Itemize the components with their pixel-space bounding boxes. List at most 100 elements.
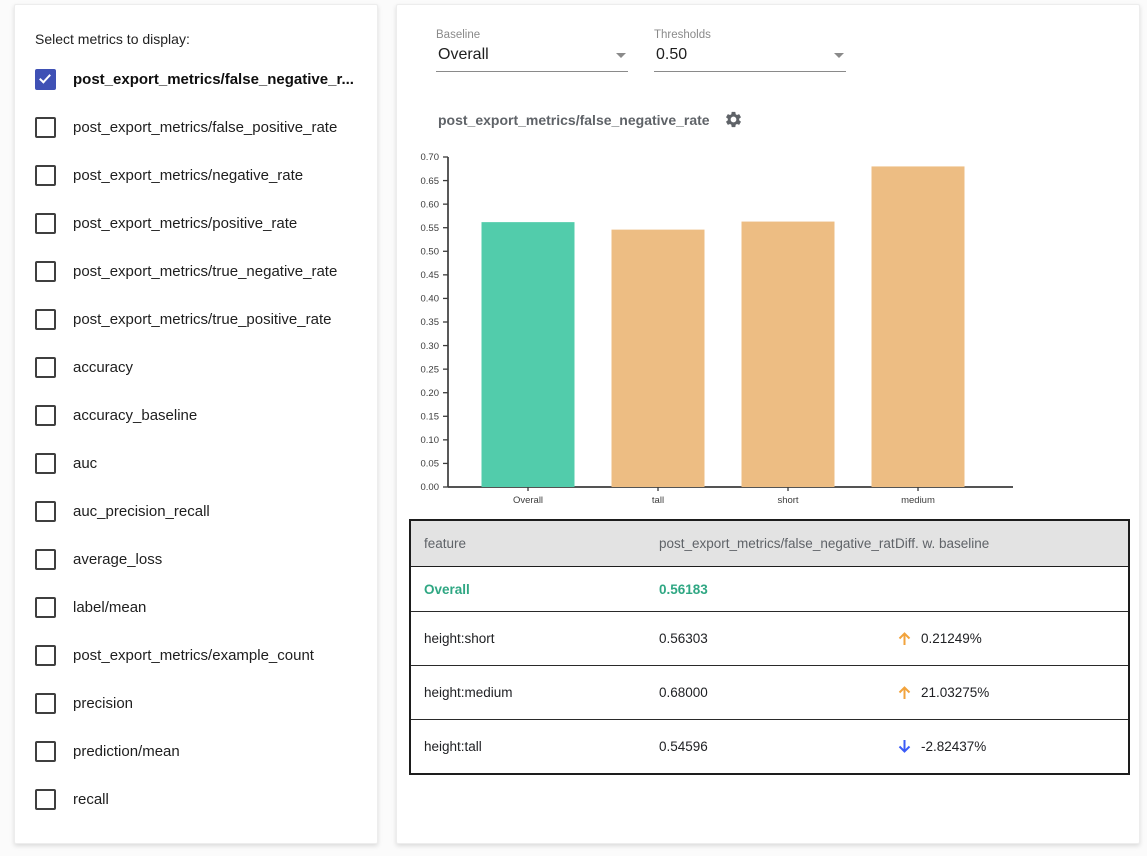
- diff-cell: 0.21249%: [895, 612, 1129, 666]
- metric-checkbox-item[interactable]: post_export_metrics/negative_rate: [35, 151, 357, 199]
- diff-value: 21.03275%: [921, 685, 989, 700]
- y-axis-tick-label: 0.15: [421, 411, 440, 422]
- y-axis-tick-label: 0.00: [421, 482, 440, 493]
- table-row[interactable]: height:short0.563030.21249%: [410, 612, 1129, 666]
- thresholds-dropdown[interactable]: Thresholds 0.50: [654, 29, 846, 72]
- metric-checkbox-item[interactable]: accuracy: [35, 343, 357, 391]
- metric-checkbox-item[interactable]: prediction/mean: [35, 727, 357, 775]
- checkbox-unchecked[interactable]: [35, 501, 56, 522]
- y-axis-tick-label: 0.45: [421, 270, 440, 281]
- thresholds-value[interactable]: 0.50: [654, 44, 846, 72]
- metric-label: label/mean: [73, 599, 146, 616]
- y-axis-tick-label: 0.35: [421, 317, 440, 328]
- checkbox-unchecked[interactable]: [35, 117, 56, 138]
- diff-value: 0.21249%: [921, 631, 982, 646]
- bar-tall[interactable]: [612, 230, 705, 487]
- diff-cell: [895, 567, 1129, 612]
- y-axis-tick-label: 0.70: [421, 152, 440, 163]
- metric-label: post_export_metrics/false_negative_r...: [73, 71, 354, 88]
- metric-label: average_loss: [73, 551, 162, 568]
- metric-checkbox-item[interactable]: post_export_metrics/false_negative_r...: [35, 55, 357, 103]
- chart-header: post_export_metrics/false_negative_rate: [438, 110, 743, 129]
- x-axis-label: medium: [901, 495, 935, 506]
- checkbox-unchecked[interactable]: [35, 645, 56, 666]
- metric-checkbox-item[interactable]: post_export_metrics/true_negative_rate: [35, 247, 357, 295]
- metric-checkbox-item[interactable]: label/mean: [35, 583, 357, 631]
- metrics-list: post_export_metrics/false_negative_r...p…: [35, 55, 357, 823]
- baseline-dropdown[interactable]: Baseline Overall: [436, 29, 628, 72]
- bar-overall[interactable]: [482, 222, 575, 487]
- bar-short[interactable]: [742, 222, 835, 487]
- metric-label: post_export_metrics/true_positive_rate: [73, 311, 331, 328]
- checkbox-unchecked[interactable]: [35, 597, 56, 618]
- checkbox-unchecked[interactable]: [35, 165, 56, 186]
- thresholds-label: Thresholds: [654, 29, 846, 41]
- col-header-metric: post_export_metrics/false_negative_rat..…: [659, 520, 895, 567]
- metrics-table: feature post_export_metrics/false_negati…: [409, 519, 1130, 775]
- diff-cell: 21.03275%: [895, 666, 1129, 720]
- checkbox-unchecked[interactable]: [35, 789, 56, 810]
- metric-label: prediction/mean: [73, 743, 180, 760]
- metric-label: recall: [73, 791, 109, 808]
- checkbox-checked[interactable]: [35, 69, 56, 90]
- caret-down-icon: [834, 53, 844, 58]
- y-axis-tick-label: 0.25: [421, 364, 440, 375]
- y-axis-tick-label: 0.65: [421, 176, 440, 187]
- metric-checkbox-item[interactable]: post_export_metrics/true_positive_rate: [35, 295, 357, 343]
- bar-chart: 0.00 0.05 0.10 0.15 0.20 0.25 0.30 0.35 0.40 0.45…: [397, 149, 1087, 517]
- feature-cell: Overall: [410, 567, 659, 612]
- caret-down-icon: [616, 53, 626, 58]
- metric-label: precision: [73, 695, 133, 712]
- y-axis-tick-label: 0.05: [421, 459, 440, 470]
- y-axis-tick-label: 0.30: [421, 341, 440, 352]
- metric-value-cell: 0.56183: [659, 567, 895, 612]
- chart-title: post_export_metrics/false_negative_rate: [438, 112, 710, 128]
- checkbox-unchecked[interactable]: [35, 549, 56, 570]
- checkbox-unchecked[interactable]: [35, 453, 56, 474]
- metric-label: post_export_metrics/negative_rate: [73, 167, 303, 184]
- metric-checkbox-item[interactable]: post_export_metrics/false_positive_rate: [35, 103, 357, 151]
- metric-label: accuracy_baseline: [73, 407, 197, 424]
- metric-checkbox-item[interactable]: accuracy_baseline: [35, 391, 357, 439]
- baseline-value[interactable]: Overall: [436, 44, 628, 72]
- y-axis-tick-label: 0.10: [421, 435, 440, 446]
- table-row[interactable]: Overall0.56183: [410, 567, 1129, 612]
- table-row[interactable]: height:tall0.54596-2.82437%: [410, 720, 1129, 775]
- arrow-up-icon: [895, 629, 914, 648]
- results-panel: Baseline Overall Thresholds 0.50 post_ex…: [396, 4, 1140, 844]
- metric-checkbox-item[interactable]: post_export_metrics/example_count: [35, 631, 357, 679]
- feature-cell: height:short: [410, 612, 659, 666]
- y-axis-tick-label: 0.20: [421, 388, 440, 399]
- checkbox-unchecked[interactable]: [35, 741, 56, 762]
- metric-checkbox-item[interactable]: post_export_metrics/positive_rate: [35, 199, 357, 247]
- metric-checkbox-item[interactable]: precision: [35, 679, 357, 727]
- gear-icon[interactable]: [724, 110, 743, 129]
- metric-label: auc: [73, 455, 97, 472]
- y-axis-tick-label: 0.40: [421, 294, 440, 305]
- baseline-label: Baseline: [436, 29, 628, 41]
- x-axis-label: Overall: [513, 495, 543, 506]
- checkbox-unchecked[interactable]: [35, 309, 56, 330]
- y-axis-tick-label: 0.60: [421, 199, 440, 210]
- metric-checkbox-item[interactable]: average_loss: [35, 535, 357, 583]
- metric-checkbox-item[interactable]: auc_precision_recall: [35, 487, 357, 535]
- feature-cell: height:tall: [410, 720, 659, 775]
- table-row[interactable]: height:medium0.6800021.03275%: [410, 666, 1129, 720]
- checkbox-unchecked[interactable]: [35, 261, 56, 282]
- metric-label: post_export_metrics/false_positive_rate: [73, 119, 337, 136]
- diff-value: -2.82437%: [921, 739, 986, 754]
- metric-checkbox-item[interactable]: auc: [35, 439, 357, 487]
- x-axis-label: tall: [652, 495, 664, 506]
- arrow-down-icon: [895, 737, 914, 756]
- metric-label: post_export_metrics/positive_rate: [73, 215, 297, 232]
- bar-medium[interactable]: [872, 166, 965, 487]
- metric-value-cell: 0.68000: [659, 666, 895, 720]
- metric-checkbox-item[interactable]: recall: [35, 775, 357, 823]
- checkbox-unchecked[interactable]: [35, 213, 56, 234]
- diff-cell: -2.82437%: [895, 720, 1129, 775]
- metric-selector-panel: Select metrics to display: post_export_m…: [14, 4, 378, 844]
- metric-selector-title: Select metrics to display:: [35, 31, 357, 47]
- checkbox-unchecked[interactable]: [35, 405, 56, 426]
- checkbox-unchecked[interactable]: [35, 693, 56, 714]
- checkbox-unchecked[interactable]: [35, 357, 56, 378]
